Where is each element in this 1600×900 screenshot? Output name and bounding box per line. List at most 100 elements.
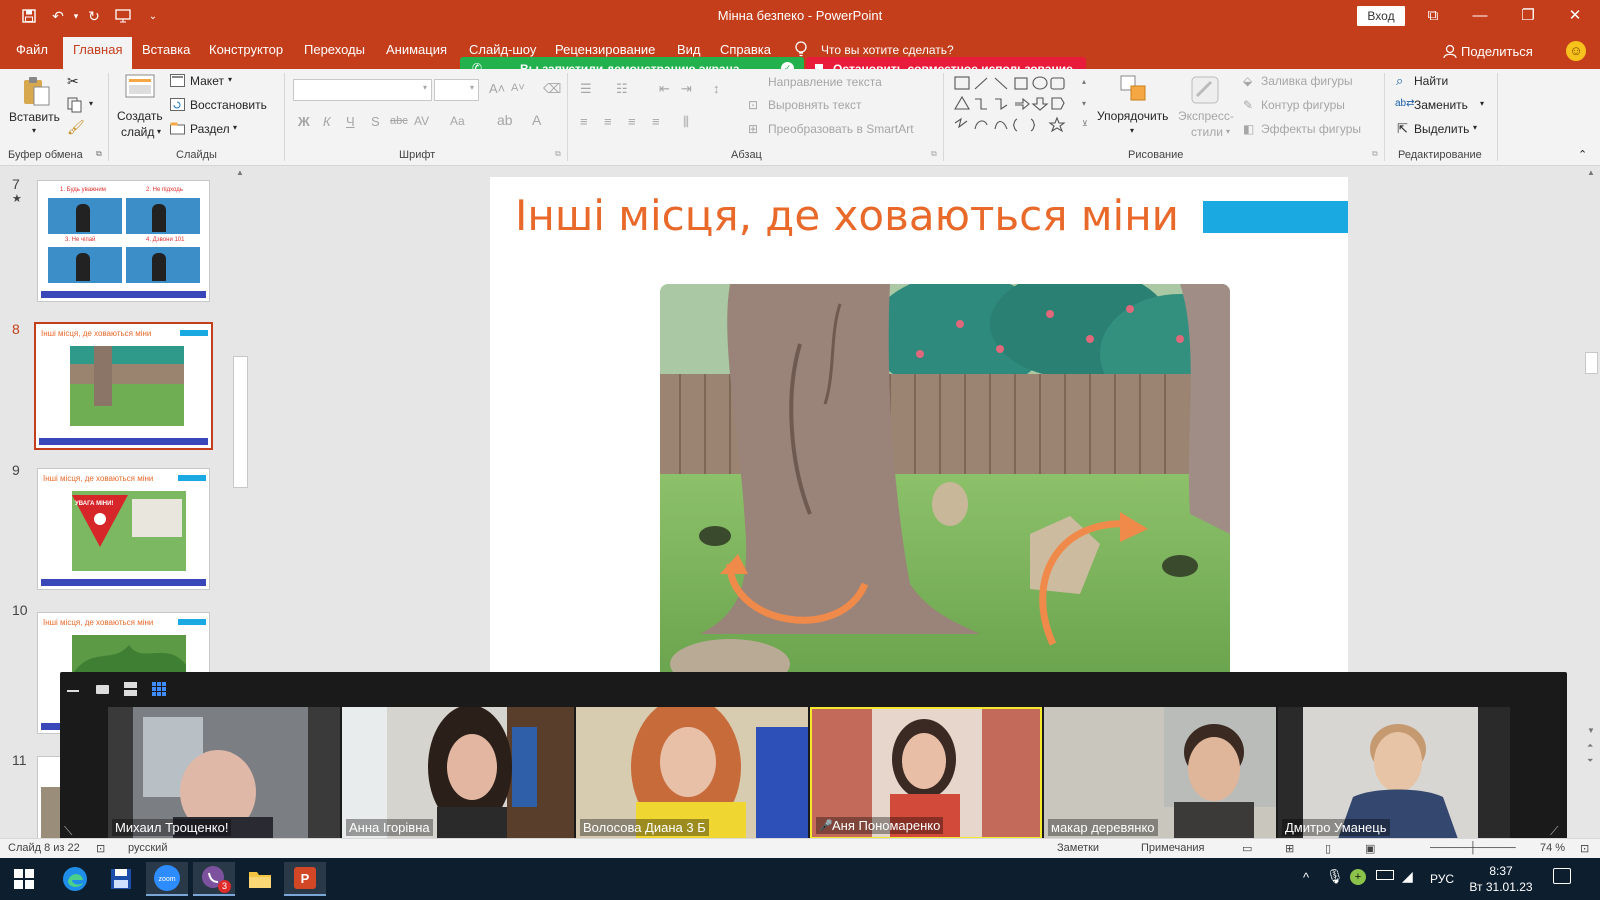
tab-view[interactable]: Вид xyxy=(677,42,701,57)
new-slide-label-2[interactable]: слайд xyxy=(121,125,154,139)
share-button[interactable]: Поделиться xyxy=(1461,44,1533,59)
participant-tile-4-active-speaker[interactable]: Аня Пономаренко 🎤 xyxy=(810,707,1042,839)
replace-button[interactable]: Заменить xyxy=(1414,98,1468,112)
quick-styles-label-2[interactable]: стили xyxy=(1191,125,1223,139)
save-file-app-icon[interactable] xyxy=(100,862,142,896)
paragraph-launcher-icon[interactable]: ⧉ xyxy=(931,149,937,159)
language-indicator[interactable]: русский xyxy=(128,842,167,854)
ribbon-display-icon[interactable]: ⧉ xyxy=(1416,4,1450,28)
slide-canvas[interactable]: Інші місця, де ховаються міни xyxy=(490,177,1348,677)
notifications-icon[interactable] xyxy=(1553,868,1571,884)
replace-dropdown-icon[interactable]: ▾ xyxy=(1480,99,1484,108)
tab-transitions[interactable]: Переходы xyxy=(304,42,365,57)
slide-scroll-up-icon[interactable]: ▲ xyxy=(1587,168,1595,177)
paste-dropdown-icon[interactable]: ▾ xyxy=(32,126,36,135)
slide-thumbnail-7[interactable]: 1. Будь уважним 2. Не підходь 3. Не чіпа… xyxy=(37,180,210,302)
close-icon[interactable]: ✕ xyxy=(1558,4,1592,28)
columns-icon[interactable]: ⫼ xyxy=(683,114,689,130)
slide-illustration[interactable] xyxy=(660,284,1230,677)
align-right-icon[interactable]: ≡ xyxy=(628,114,636,129)
section-dropdown-icon[interactable]: ▾ xyxy=(233,123,237,132)
shape-effects-button[interactable]: Эффекты фигуры xyxy=(1261,122,1361,136)
feedback-smiley-icon[interactable]: ☺ xyxy=(1566,41,1586,61)
zoom-app-icon[interactable]: zoom xyxy=(146,862,188,896)
layout-button[interactable]: Макет xyxy=(190,74,224,88)
section-button[interactable]: Раздел xyxy=(190,122,230,136)
slide-sorter-icon[interactable]: ⊞ xyxy=(1285,842,1294,855)
participant-tile-2[interactable]: Анна Ігорівна xyxy=(342,707,574,839)
layout-dropdown-icon[interactable]: ▾ xyxy=(228,75,232,84)
shapes-scroll-up-icon[interactable]: ▴ xyxy=(1082,77,1086,86)
zoom-slider[interactable]: ─────┼───── xyxy=(1430,842,1516,854)
font-color-button[interactable]: A xyxy=(532,112,541,128)
underline-button[interactable]: Ч xyxy=(346,114,355,129)
slideshow-view-icon[interactable]: ▣ xyxy=(1365,842,1375,855)
microphone-icon[interactable]: 🎙 xyxy=(1326,868,1344,885)
tab-review[interactable]: Рецензирование xyxy=(555,42,655,57)
paste-icon[interactable] xyxy=(20,75,52,107)
slide-scroll-down-icon[interactable]: ▼ xyxy=(1587,726,1595,735)
copy-dropdown-icon[interactable]: ▾ xyxy=(89,99,93,108)
previous-slide-icon[interactable]: ⏶ xyxy=(1587,741,1593,751)
shapes-more-icon[interactable]: ⊻ xyxy=(1082,119,1088,128)
select-button[interactable]: Выделить xyxy=(1414,122,1469,136)
powerpoint-app-icon[interactable]: P xyxy=(284,862,326,896)
quick-styles-icon[interactable] xyxy=(1189,74,1221,106)
copy-icon[interactable] xyxy=(67,97,83,113)
bold-button[interactable]: Ж xyxy=(298,114,310,129)
thumbnail-scroll-up-icon[interactable]: ▲ xyxy=(236,168,244,177)
cut-icon[interactable]: ✂ xyxy=(67,73,79,90)
collapse-ribbon-icon[interactable]: ⌃ xyxy=(1578,148,1587,161)
spellcheck-icon[interactable]: ⊡ xyxy=(96,842,105,855)
tab-animations[interactable]: Анимация xyxy=(386,42,447,57)
arrange-dropdown-icon[interactable]: ▾ xyxy=(1130,126,1134,135)
security-status-icon[interactable]: + xyxy=(1350,869,1366,885)
arrange-icon[interactable] xyxy=(1119,74,1149,104)
numbering-icon[interactable]: ☷ xyxy=(616,81,628,97)
next-slide-icon[interactable]: ⏷ xyxy=(1587,756,1593,766)
find-button[interactable]: Найти xyxy=(1414,74,1448,88)
align-text-button[interactable]: Выровнять текст xyxy=(768,98,861,112)
font-family-dropdown-icon[interactable]: ▾ xyxy=(423,83,427,92)
participant-tile-1[interactable]: Михаил Трощенко! xyxy=(108,707,340,839)
italic-button[interactable]: К xyxy=(323,114,331,129)
minimize-icon[interactable]: — xyxy=(1463,4,1497,28)
strikethrough-button[interactable]: abc xyxy=(390,115,408,127)
quick-styles-label-1[interactable]: Экспресс- xyxy=(1178,109,1234,123)
fit-slide-icon[interactable]: ⊡ xyxy=(1580,842,1589,855)
shrink-font-icon[interactable]: A˅ xyxy=(511,82,525,94)
zoom-level[interactable]: 74 % xyxy=(1540,842,1565,854)
align-center-icon[interactable]: ≡ xyxy=(604,114,612,129)
slide-thumbnail-8[interactable]: Інші місця, де ховаються міни xyxy=(34,322,213,450)
line-spacing-icon[interactable]: ↕ xyxy=(713,81,720,96)
clipboard-launcher-icon[interactable]: ⧉ xyxy=(96,149,102,159)
minimize-video-icon[interactable] xyxy=(67,690,79,692)
comments-button[interactable]: Примечания xyxy=(1141,842,1205,854)
speaker-view-icon[interactable] xyxy=(124,682,137,696)
clear-formatting-icon[interactable]: ⌫ xyxy=(543,81,561,97)
select-dropdown-icon[interactable]: ▾ xyxy=(1473,123,1477,132)
font-family-select[interactable] xyxy=(293,79,432,101)
shadow-button[interactable]: S xyxy=(371,114,380,129)
system-clock[interactable]: 8:37 Вт 31.01.23 xyxy=(1466,863,1536,895)
format-painter-icon[interactable]: 🖌 xyxy=(67,119,85,136)
text-direction-button[interactable]: Направление текста xyxy=(768,75,882,89)
thumbnail-scrollbar-thumb[interactable] xyxy=(233,356,248,488)
notes-button[interactable]: Заметки xyxy=(1057,842,1099,854)
shapes-scroll-down-icon[interactable]: ▾ xyxy=(1082,99,1086,108)
windows-start-icon[interactable] xyxy=(3,862,45,896)
resize-handle-left-icon[interactable]: ⟍ xyxy=(64,824,72,839)
slide-thumbnail-9[interactable]: Інші місця, де ховаються міни УВАГА МІНИ… xyxy=(37,468,210,590)
viber-app-icon[interactable]: 3 xyxy=(193,862,235,896)
participant-tile-3[interactable]: Волосова Диана 3 Б xyxy=(576,707,808,839)
grow-font-icon[interactable]: A˄ xyxy=(489,81,505,96)
wifi-icon[interactable]: ◢ xyxy=(1402,868,1413,885)
convert-smartart-button[interactable]: Преобразовать в SmartArt xyxy=(768,122,914,136)
align-left-icon[interactable]: ≡ xyxy=(580,114,588,129)
tab-insert[interactable]: Вставка xyxy=(142,42,190,57)
reset-button[interactable]: Восстановить xyxy=(190,98,267,112)
tab-file[interactable]: Файл xyxy=(16,42,48,57)
slide-title[interactable]: Інші місця, де ховаються міни xyxy=(515,191,1179,240)
char-spacing-button[interactable]: AV xyxy=(414,114,429,128)
shapes-gallery[interactable] xyxy=(953,75,1085,137)
